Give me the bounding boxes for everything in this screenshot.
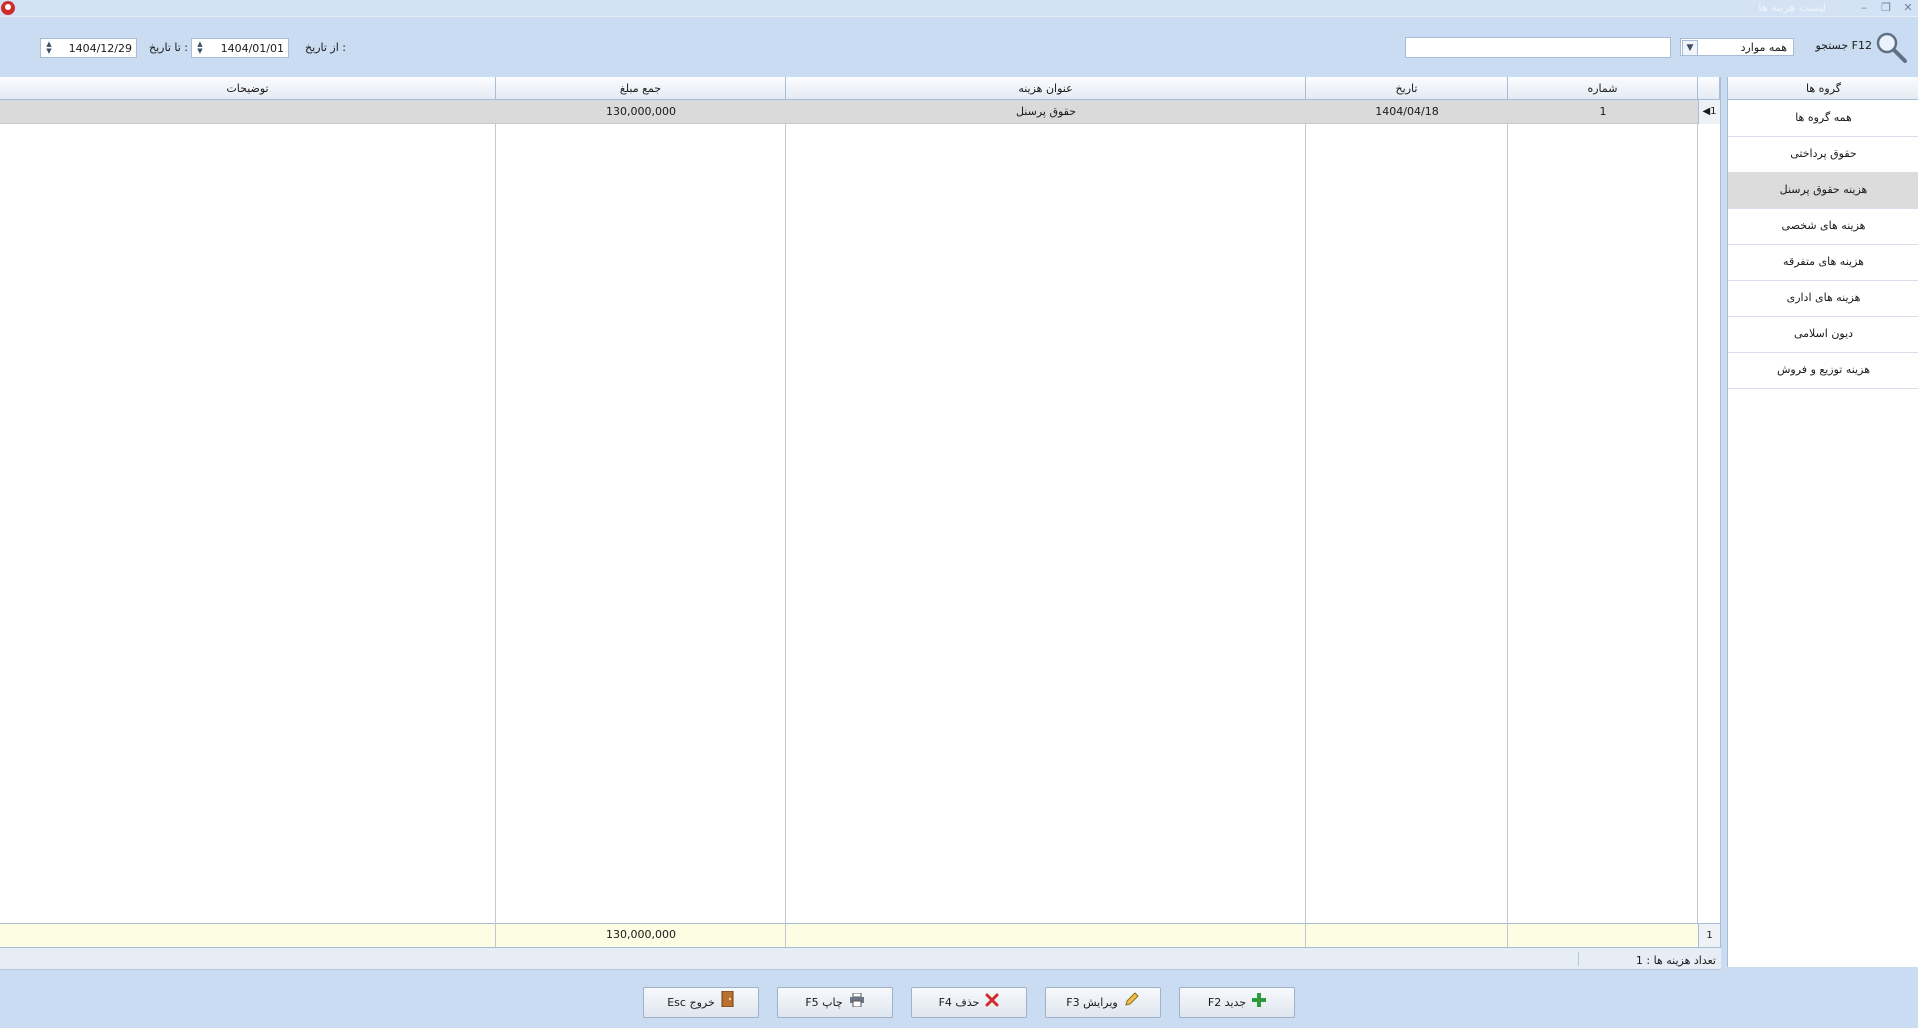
printer-icon [849,989,865,1018]
group-item-office[interactable]: هزینه های اداری [1728,280,1918,317]
plus-icon [1252,989,1267,1018]
footer-total-amount: 130,000,000 [606,928,676,941]
column-divider [785,124,786,923]
column-header-description[interactable]: توضیحات [0,77,496,100]
group-item-all[interactable]: همه گروه ها [1728,100,1918,137]
delete-button-label: حذف F4 [938,996,980,1009]
cell-description[interactable] [0,100,496,124]
column-divider [1697,124,1698,923]
group-item-misc[interactable]: هزینه های متفرقه [1728,244,1918,281]
exit-door-icon [721,989,735,1018]
groups-panel: گروه ها همه گروه ها حقوق پرداختی هزینه ح… [1727,77,1918,967]
from-date-field[interactable]: ▲ ▼ 1404/01/01 [191,38,289,58]
cell-number[interactable]: 1 [1508,100,1698,124]
filter-select-value: همه موارد [1740,41,1787,54]
edit-button[interactable]: ویرایش F3 [1045,987,1161,1018]
cell-amount[interactable]: 130,000,000 [496,100,786,124]
delete-button[interactable]: حذف F4 [911,987,1027,1018]
new-button[interactable]: جدید F2 [1179,987,1295,1018]
column-header-number[interactable]: شماره [1508,77,1698,100]
status-divider [1578,952,1579,966]
group-item-personal[interactable]: هزینه های شخصی [1728,208,1918,245]
column-divider [1305,923,1306,947]
title-bar [0,0,1918,17]
new-button-label: جدید F2 [1207,996,1247,1009]
from-date-value: 1404/01/01 [220,42,284,55]
column-divider [1507,124,1508,923]
summary-row [0,923,1720,947]
print-button-label: چاپ F5 [805,996,843,1009]
footer-count: 1 [1698,923,1720,947]
exit-button[interactable]: خروج Esc [643,987,759,1018]
spin-updown-icon[interactable]: ▲ ▼ [43,41,55,55]
chevron-down-icon[interactable]: ▼ [1682,40,1698,56]
column-header-date[interactable]: تاریخ [1306,77,1508,100]
column-divider [495,124,496,923]
close-icon[interactable]: ✕ [1898,0,1918,17]
status-bar [0,948,1721,970]
edit-button-label: ویرایش F3 [1066,996,1118,1009]
to-date-label: تا تاریخ : [149,41,188,54]
search-icon[interactable] [1874,30,1908,64]
search-label: جستجو F12 [1815,39,1872,52]
row-indicator-header [1698,77,1720,100]
row-indicator: ◀1 [1698,100,1720,124]
status-expense-count: تعداد هزینه ها : 1 [1635,954,1716,967]
cell-title[interactable]: حقوق پرسنل [786,100,1306,124]
to-date-value: 1404/12/29 [68,42,132,55]
row-index: 1 [1710,106,1717,117]
minimize-icon[interactable]: – [1854,0,1874,17]
column-header-title[interactable]: عنوان هزینه [786,77,1306,100]
group-item-personnel-salary[interactable]: هزینه حقوق پرسنل [1728,172,1918,209]
spin-updown-icon[interactable]: ▲ ▼ [194,41,206,55]
exit-button-label: خروج Esc [667,996,715,1009]
restore-icon[interactable]: ❐ [1876,0,1896,17]
groups-header: گروه ها [1728,77,1918,100]
print-button[interactable]: چاپ F5 [777,987,893,1018]
pencil-icon [1124,989,1140,1018]
filter-select[interactable]: همه موارد ▼ [1680,38,1794,56]
group-item-islamic-debts[interactable]: دیون اسلامی [1728,316,1918,353]
from-date-label: از تاریخ : [305,41,346,54]
column-header-amount[interactable]: جمع مبلغ [496,77,786,100]
to-date-field[interactable]: ▲ ▼ 1404/12/29 [40,38,137,58]
search-input[interactable] [1405,37,1671,58]
cell-date[interactable]: 1404/04/18 [1306,100,1508,124]
group-item-distribution-sales[interactable]: هزینه توزیع و فروش [1728,352,1918,389]
window-title: لیست هزینه ها [1758,1,1826,14]
group-item-paid-salaries[interactable]: حقوق پرداختی [1728,136,1918,173]
column-divider [1507,923,1508,947]
column-divider [1305,124,1306,923]
delete-x-icon [985,989,999,1018]
expenses-grid: شماره تاریخ عنوان هزینه جمع مبلغ توضیحات… [0,77,1721,948]
app-logo-icon [1,1,15,15]
